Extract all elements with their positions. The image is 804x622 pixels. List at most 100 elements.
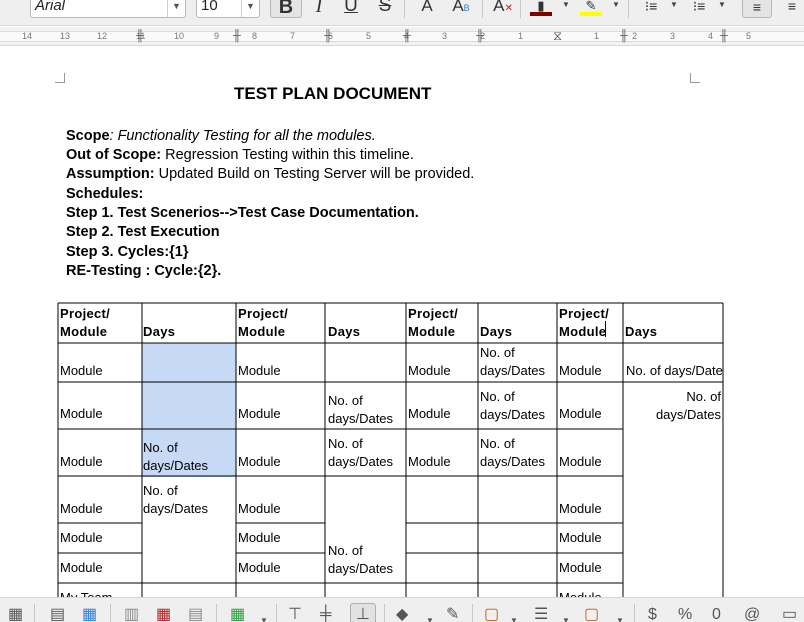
chevron-down-icon[interactable]: ▼: [612, 0, 620, 9]
chevron-down-icon[interactable]: ▼: [241, 0, 259, 17]
chevron-down-icon[interactable]: ▼: [562, 612, 570, 622]
column-marker-icon[interactable]: ╫: [720, 30, 728, 42]
chevron-down-icon[interactable]: ▼: [260, 612, 268, 622]
chevron-down-icon[interactable]: ▼: [670, 0, 678, 9]
underline-button[interactable]: U: [340, 0, 362, 18]
horizontal-ruler[interactable]: 14 13 12 11 10 9 8 7 6 5 4 3 2 1 1 2 3 4…: [0, 27, 804, 46]
ruler-number: 14: [22, 31, 33, 41]
column-marker-icon[interactable]: ╫: [233, 30, 241, 42]
module-cell[interactable]: Module: [408, 453, 451, 471]
days-cell[interactable]: No. of days/Dates: [328, 435, 393, 470]
module-cell[interactable]: Module: [559, 453, 602, 471]
days-cell[interactable]: No. of days/Dates: [480, 388, 545, 423]
currency-format-icon[interactable]: $: [648, 606, 657, 622]
days-cell[interactable]: No. of days/Dates: [480, 344, 545, 379]
delete-columns-icon[interactable]: ▦: [156, 606, 171, 622]
column-marker-icon[interactable]: ╫: [620, 30, 628, 42]
module-cell[interactable]: Module: [559, 559, 602, 577]
borders-icon[interactable]: ▢: [484, 606, 499, 622]
header-days[interactable]: Days: [143, 323, 175, 341]
border-color-icon[interactable]: ▢: [584, 606, 599, 622]
border-style-icon[interactable]: ☰: [534, 606, 548, 622]
days-cell[interactable]: No. of days/Dates: [143, 482, 208, 517]
module-cell[interactable]: Module: [60, 500, 103, 518]
header-project-module[interactable]: Project/Module: [238, 305, 288, 340]
module-cell[interactable]: Module: [60, 529, 103, 547]
insert-table-icon[interactable]: ▦: [8, 606, 23, 622]
grow-font-button[interactable]: A: [416, 0, 438, 18]
module-cell[interactable]: Module: [238, 453, 281, 471]
days-cell[interactable]: No. of days/Dates: [480, 435, 545, 470]
insert-rows-icon[interactable]: ▤: [50, 606, 65, 622]
days-dates: days/Dates: [143, 457, 209, 473]
autoformat-icon[interactable]: ✎: [446, 606, 459, 622]
module-cell[interactable]: Module: [559, 362, 602, 380]
chevron-down-icon[interactable]: ▼: [718, 0, 726, 9]
align-top-icon[interactable]: ⊤: [288, 606, 302, 622]
module-cell[interactable]: Module: [60, 453, 103, 471]
header-days[interactable]: Days: [480, 323, 512, 341]
align-bottom-icon[interactable]: ⊥: [350, 603, 376, 622]
percent-format-icon[interactable]: %: [678, 606, 692, 622]
module-cell[interactable]: Module: [559, 589, 602, 597]
module-cell[interactable]: Module: [60, 559, 103, 577]
align-left-button[interactable]: ≡: [742, 0, 772, 18]
number-format-icon[interactable]: 0: [712, 606, 721, 622]
column-marker-icon[interactable]: ╫: [476, 30, 484, 42]
module-cell[interactable]: Module: [559, 529, 602, 547]
column-marker-icon[interactable]: ╫: [136, 30, 144, 42]
align-center-button[interactable]: ≡: [780, 0, 804, 18]
column-marker-icon[interactable]: ╫: [403, 30, 411, 42]
clear-formatting-button[interactable]: A✕: [492, 0, 514, 18]
split-cells-icon[interactable]: ▤: [188, 606, 203, 622]
cell-background-icon[interactable]: ◆: [396, 606, 408, 622]
chevron-down-icon[interactable]: ▼: [426, 612, 434, 622]
days-no-of: No. of: [328, 436, 363, 451]
header-days[interactable]: Days: [625, 323, 657, 341]
strikethrough-button[interactable]: S: [374, 0, 396, 18]
header-days[interactable]: Days: [328, 323, 360, 341]
header-project-module[interactable]: Project/Module: [559, 305, 609, 340]
chevron-down-icon[interactable]: ▼: [510, 612, 518, 622]
module-cell[interactable]: Module: [408, 362, 451, 380]
document-page[interactable]: TEST PLAN DOCUMENT Scope: Functionality …: [0, 47, 804, 597]
module-cell[interactable]: Module: [238, 405, 281, 423]
module-cell[interactable]: Module: [238, 529, 281, 547]
module-cell[interactable]: Module: [559, 500, 602, 518]
chevron-down-icon[interactable]: ▼: [167, 0, 185, 17]
numbered-list-button[interactable]: ⁝≡: [686, 0, 712, 18]
font-name-box[interactable]: Arial ▼: [30, 0, 186, 18]
more-options-icon[interactable]: @: [744, 606, 760, 622]
italic-button[interactable]: I: [308, 0, 330, 18]
chevron-down-icon[interactable]: ▼: [562, 0, 570, 9]
days-cell[interactable]: No. of days/Dates: [328, 392, 393, 427]
header-project-module[interactable]: Project/Module: [408, 305, 458, 340]
team-cell[interactable]: My Team: [60, 589, 113, 597]
days-cell[interactable]: No. of days/Date: [626, 362, 723, 380]
module-cell[interactable]: Module: [238, 500, 281, 518]
align-middle-icon[interactable]: ╪: [320, 606, 331, 622]
module-cell[interactable]: Module: [559, 405, 602, 423]
table-style-icon[interactable]: ▦: [230, 606, 245, 622]
ruler-number: 9: [214, 31, 220, 41]
chevron-down-icon[interactable]: ▼: [616, 612, 624, 622]
module-cell[interactable]: Module: [238, 559, 281, 577]
days-cell[interactable]: No. of days/Dates: [328, 542, 393, 577]
column-marker-icon[interactable]: ╫: [324, 30, 332, 42]
schedule-table[interactable]: [0, 47, 804, 597]
module-cell[interactable]: Module: [238, 362, 281, 380]
bold-button[interactable]: B: [270, 0, 302, 18]
subscript-button[interactable]: AB: [448, 0, 474, 18]
days-cell[interactable]: No. of days/Dates: [626, 388, 721, 423]
merge-cells-icon[interactable]: ▥: [124, 606, 139, 622]
overflow-icon[interactable]: ▭: [782, 606, 797, 622]
insert-columns-icon[interactable]: ▦: [82, 606, 97, 622]
indent-marker-icon[interactable]: ⧖: [553, 29, 562, 42]
module-cell[interactable]: Module: [60, 362, 103, 380]
days-cell[interactable]: No. of days/Dates: [143, 439, 208, 474]
header-project-module[interactable]: Project/Module: [60, 305, 110, 340]
module-cell[interactable]: Module: [60, 405, 103, 423]
bullet-list-button[interactable]: ⁝≡: [638, 0, 664, 18]
module-cell[interactable]: Module: [408, 405, 451, 423]
font-size-box[interactable]: 10 ▼: [196, 0, 260, 18]
